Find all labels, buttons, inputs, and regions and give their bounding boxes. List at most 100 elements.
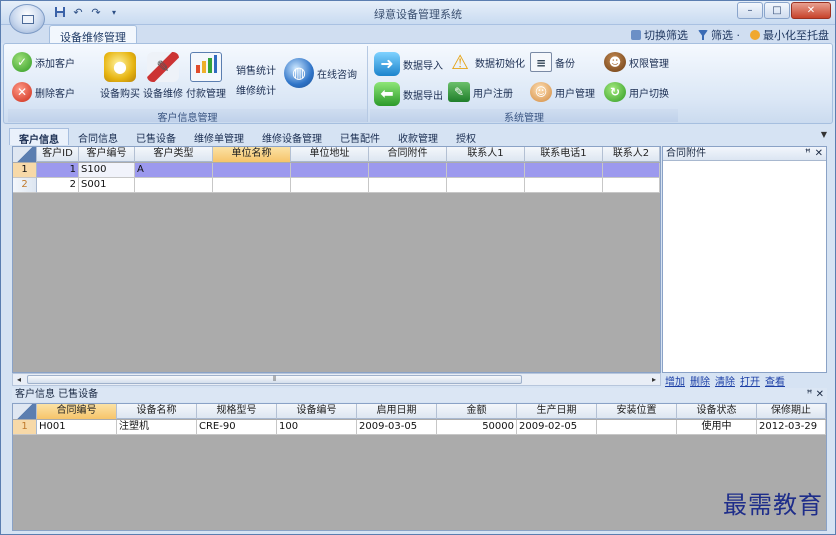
minimize-button[interactable]: – xyxy=(737,2,763,19)
sales-stats-button[interactable]: 销售统计 xyxy=(236,62,276,77)
minimize-tray-button[interactable]: 最小化至托盘 xyxy=(750,27,829,43)
cell[interactable] xyxy=(213,178,291,193)
tab-sold-equipment[interactable]: 已售设备 xyxy=(127,128,185,145)
tab-sold-parts[interactable]: 已售配件 xyxy=(331,128,389,145)
column-header[interactable]: 设备状态 xyxy=(677,404,757,419)
tab-repair-orders[interactable]: 维修单管理 xyxy=(185,128,253,145)
cell[interactable] xyxy=(213,163,291,178)
scroll-left-icon[interactable]: ◂ xyxy=(13,374,25,385)
column-header[interactable]: 保修期止 xyxy=(757,404,826,419)
column-header[interactable]: 联系人2 xyxy=(603,147,660,162)
data-import-button[interactable]: ➜ 数据导入 xyxy=(374,52,443,76)
close-button[interactable]: ✕ xyxy=(791,2,831,19)
column-header[interactable]: 客户ID xyxy=(37,147,79,162)
column-header[interactable]: 单位地址 xyxy=(291,147,369,162)
column-header[interactable]: 合同附件 xyxy=(369,147,447,162)
cell[interactable]: 1 xyxy=(37,163,79,178)
column-header[interactable]: 启用日期 xyxy=(357,404,437,419)
online-consult-button[interactable]: ◍ 在线咨询 xyxy=(284,58,357,88)
horizontal-scrollbar[interactable]: ◂ ⦀ ▸ xyxy=(12,373,661,386)
tab-menu-icon[interactable]: ▼ xyxy=(821,130,827,139)
select-all-corner[interactable] xyxy=(13,147,37,162)
cell[interactable] xyxy=(603,178,660,193)
scroll-thumb[interactable]: ⦀ xyxy=(27,375,522,384)
register-icon: ✎ xyxy=(448,82,470,102)
repair-stats-button[interactable]: 维修统计 xyxy=(236,82,276,97)
equipment-repair-button[interactable]: ✎ 设备维修 xyxy=(141,52,185,100)
cell[interactable] xyxy=(291,178,369,193)
column-header[interactable]: 联系人1 xyxy=(447,147,525,162)
column-header[interactable]: 金额 xyxy=(437,404,517,419)
close-icon[interactable]: ✕ xyxy=(815,147,823,160)
cell[interactable]: S001 xyxy=(79,178,135,193)
cell[interactable]: S100 xyxy=(79,163,135,178)
tab-customer-info[interactable]: 客户信息 xyxy=(9,128,69,146)
user-management-button[interactable]: ☺ 用户管理 xyxy=(530,82,595,102)
view-link[interactable]: 查看 xyxy=(765,373,785,388)
open-link[interactable]: 打开 xyxy=(740,373,760,388)
payment-management-button[interactable]: 付款管理 xyxy=(184,52,228,100)
user-register-button[interactable]: ✎ 用户注册 xyxy=(448,82,513,102)
column-header[interactable]: 单位名称 xyxy=(213,147,291,162)
cell[interactable]: A xyxy=(135,163,213,178)
column-header[interactable]: 合同编号 xyxy=(37,404,117,419)
sold-equipment-grid[interactable]: 合同编号 设备名称 规格型号 设备编号 启用日期 金额 生产日期 安装位置 设备… xyxy=(12,403,827,531)
tab-payments[interactable]: 收款管理 xyxy=(389,128,447,145)
add-customer-button[interactable]: ✓ 添加客户 xyxy=(12,52,75,72)
clear-link[interactable]: 清除 xyxy=(715,373,735,388)
tab-equipment-repair[interactable]: 设备维修管理 xyxy=(49,25,137,44)
table-row[interactable]: 1 H001 注塑机 CRE-90 100 2009-03-05 50000 2… xyxy=(13,420,826,435)
data-export-button[interactable]: ⬅ 数据导出 xyxy=(374,82,443,106)
cell[interactable] xyxy=(597,420,677,435)
cell[interactable]: 2012-03-29 xyxy=(757,420,826,435)
column-header[interactable]: 安装位置 xyxy=(597,404,677,419)
cell[interactable] xyxy=(135,178,213,193)
maximize-button[interactable]: □ xyxy=(764,2,790,19)
column-header[interactable]: 设备编号 xyxy=(277,404,357,419)
add-link[interactable]: 增加 xyxy=(665,373,685,388)
cell[interactable] xyxy=(369,163,447,178)
select-all-corner[interactable] xyxy=(13,404,37,419)
cell[interactable]: 2009-02-05 xyxy=(517,420,597,435)
cell[interactable]: 注塑机 xyxy=(117,420,197,435)
column-header[interactable]: 生产日期 xyxy=(517,404,597,419)
cell[interactable]: 50000 xyxy=(437,420,517,435)
column-header[interactable]: 规格型号 xyxy=(197,404,277,419)
filter-button[interactable]: 筛选 · xyxy=(698,27,740,43)
scroll-right-icon[interactable]: ▸ xyxy=(648,374,660,385)
cell[interactable] xyxy=(525,163,603,178)
column-header[interactable]: 设备名称 xyxy=(117,404,197,419)
pin-icon[interactable]: ꟸ xyxy=(805,147,811,160)
cell[interactable]: 使用中 xyxy=(677,420,757,435)
cell[interactable]: 100 xyxy=(277,420,357,435)
user-switch-button[interactable]: ↻ 用户切换 xyxy=(604,82,669,102)
tab-contract-info[interactable]: 合同信息 xyxy=(69,128,127,145)
cell[interactable]: H001 xyxy=(37,420,117,435)
column-header[interactable]: 客户类型 xyxy=(135,147,213,162)
cell[interactable]: 2 xyxy=(37,178,79,193)
column-header[interactable]: 客户编号 xyxy=(79,147,135,162)
application-menu-button[interactable] xyxy=(9,4,45,34)
cell[interactable] xyxy=(447,163,525,178)
table-row[interactable]: 1 1 S100 A xyxy=(13,163,660,178)
equipment-purchase-button[interactable]: ● 设备购买 xyxy=(98,52,142,100)
cell[interactable] xyxy=(603,163,660,178)
cell[interactable]: 2009-03-05 xyxy=(357,420,437,435)
column-header[interactable]: 联系电话1 xyxy=(525,147,603,162)
cell[interactable] xyxy=(525,178,603,193)
cell[interactable] xyxy=(447,178,525,193)
permission-management-button[interactable]: ☻ 权限管理 xyxy=(604,52,669,72)
pin-close-icon[interactable]: ꟸ ✕ xyxy=(807,388,824,402)
tab-authorization[interactable]: 授权 xyxy=(447,128,485,145)
switch-filter-button[interactable]: 切换筛选 xyxy=(631,27,688,43)
customer-grid[interactable]: 客户ID 客户编号 客户类型 单位名称 单位地址 合同附件 联系人1 联系电话1… xyxy=(12,146,661,373)
cell[interactable] xyxy=(291,163,369,178)
table-row[interactable]: 2 2 S001 xyxy=(13,178,660,193)
cell[interactable] xyxy=(369,178,447,193)
backup-button[interactable]: ≡ 备份 xyxy=(530,52,575,72)
tab-repair-equipment[interactable]: 维修设备管理 xyxy=(253,128,331,145)
delete-customer-button[interactable]: ✕ 删除客户 xyxy=(12,82,75,102)
delete-link[interactable]: 删除 xyxy=(690,373,710,388)
data-init-button[interactable]: ⚠ 数据初始化 xyxy=(448,52,525,72)
cell[interactable]: CRE-90 xyxy=(197,420,277,435)
